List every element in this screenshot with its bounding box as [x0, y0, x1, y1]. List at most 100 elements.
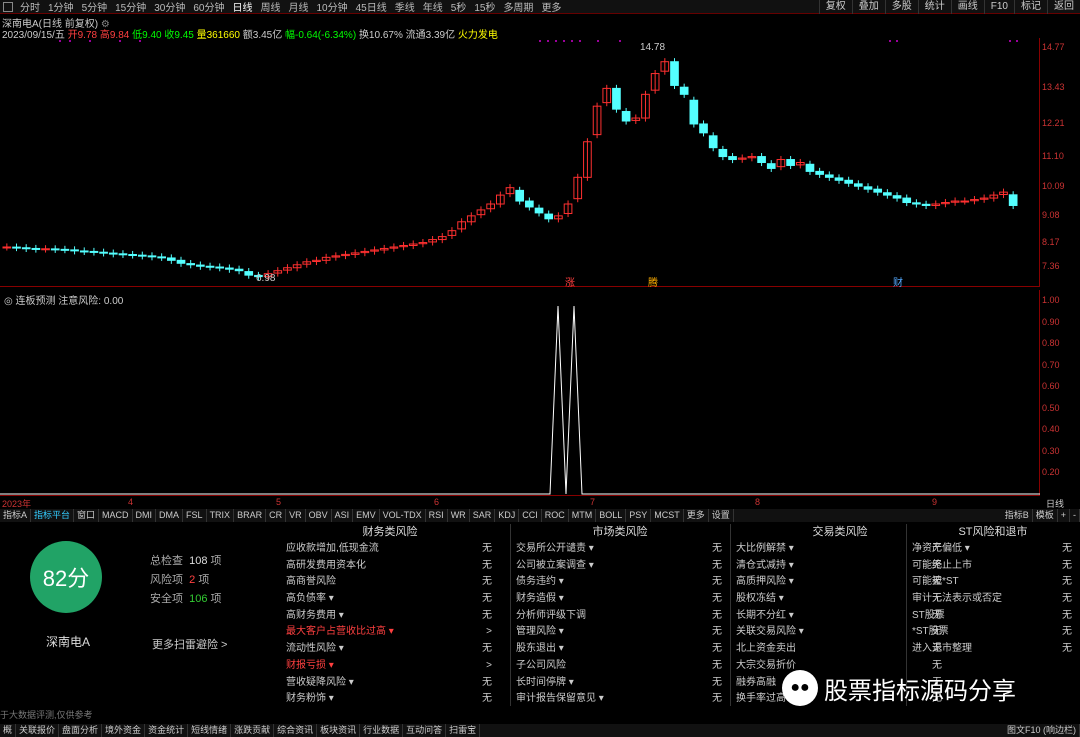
- period-1[interactable]: 1分钟: [44, 0, 78, 14]
- tool-0[interactable]: 复权: [818, 0, 852, 14]
- bottom-tab-3[interactable]: 境外资金: [102, 724, 146, 737]
- tab-25[interactable]: 更多: [684, 509, 709, 522]
- tab-3[interactable]: MACD: [99, 509, 133, 522]
- tool-3[interactable]: 统计: [917, 0, 951, 14]
- risk-item[interactable]: 进入退市整理 无: [910, 641, 1076, 658]
- risk-item[interactable]: 高负债率 ▾ 无: [284, 591, 496, 608]
- tool-6[interactable]: 标记: [1014, 0, 1047, 14]
- tab-9[interactable]: CR: [266, 509, 287, 522]
- risk-item[interactable]: ST股票 无: [910, 608, 1076, 625]
- period-11[interactable]: 季线: [391, 0, 419, 14]
- tool-1[interactable]: 叠加: [851, 0, 885, 14]
- period-8[interactable]: 月线: [285, 0, 313, 14]
- tab-8[interactable]: BRAR: [234, 509, 267, 522]
- risk-item[interactable]: 财报亏损 ▾ >: [284, 658, 496, 675]
- tab-13[interactable]: EMV: [353, 509, 380, 522]
- bottom-tab-8[interactable]: 板块资讯: [317, 724, 361, 737]
- tab-right-1[interactable]: 模板: [1033, 509, 1058, 522]
- tab-14[interactable]: VOL-TDX: [380, 509, 426, 522]
- bottom-tab-9[interactable]: 行业数据: [360, 724, 404, 737]
- indicator-chart[interactable]: ◎ 连板预测 注意风险: 0.00: [0, 290, 1040, 496]
- risk-item[interactable]: 流动性风险 ▾ 无: [284, 641, 496, 658]
- tab-19[interactable]: CCI: [519, 509, 542, 522]
- risk-item[interactable]: 最大客户占营收比过高 ▾ >: [284, 624, 496, 641]
- tab-7[interactable]: TRIX: [207, 509, 235, 522]
- period-4[interactable]: 30分钟: [150, 0, 189, 14]
- tab-15[interactable]: RSI: [426, 509, 448, 522]
- period-16[interactable]: 更多: [537, 0, 565, 14]
- tab-right-2[interactable]: +: [1058, 509, 1070, 522]
- risk-item[interactable]: 股东退出 ▾ 无: [514, 641, 726, 658]
- risk-item[interactable]: 管理风险 ▾ 无: [514, 624, 726, 641]
- tab-18[interactable]: KDJ: [495, 509, 520, 522]
- tab-0[interactable]: 指标A: [0, 509, 32, 522]
- risk-item[interactable]: 审计报告保留意见 ▾ 无: [514, 691, 726, 708]
- tab-12[interactable]: ASI: [332, 509, 354, 522]
- bottom-tab-10[interactable]: 互动问答: [403, 724, 447, 737]
- more-scan-link[interactable]: 更多扫雷避险 >: [152, 636, 227, 652]
- risk-item[interactable]: 可能终止上市 无: [910, 558, 1076, 575]
- risk-item[interactable]: 应收款增加,低现金流 无: [284, 541, 496, 558]
- risk-item[interactable]: 交易所公开谴责 ▾ 无: [514, 541, 726, 558]
- risk-item[interactable]: 分析师评级下调 无: [514, 608, 726, 625]
- tab-16[interactable]: WR: [448, 509, 470, 522]
- risk-item[interactable]: 子公司风险 无: [514, 658, 726, 675]
- bottom-tab-2[interactable]: 盘面分析: [59, 724, 103, 737]
- period-9[interactable]: 10分钟: [313, 0, 352, 14]
- bottom-tab-0[interactable]: 概: [0, 724, 17, 737]
- tool-7[interactable]: 返回: [1047, 0, 1080, 14]
- checkbox-icon[interactable]: [3, 1, 13, 12]
- period-3[interactable]: 15分钟: [111, 0, 150, 14]
- tool-5[interactable]: F10: [983, 0, 1014, 14]
- bottom-tab-4[interactable]: 资金统计: [145, 724, 189, 737]
- tool-2[interactable]: 多股: [884, 0, 918, 14]
- bottom-tab-5[interactable]: 短线情绪: [188, 724, 232, 737]
- tab-24[interactable]: MCST: [651, 509, 684, 522]
- period-7[interactable]: 周线: [257, 0, 285, 14]
- f10-sidebar-toggle[interactable]: 图文F10 (响边栏): [1004, 724, 1080, 737]
- tab-26[interactable]: 设置: [709, 509, 734, 522]
- risk-item[interactable]: 审计无法表示或否定 无: [910, 591, 1076, 608]
- risk-item[interactable]: 财务造假 ▾ 无: [514, 591, 726, 608]
- tab-22[interactable]: BOLL: [596, 509, 627, 522]
- tab-6[interactable]: FSL: [183, 509, 207, 522]
- tab-20[interactable]: ROC: [542, 509, 569, 522]
- tab-21[interactable]: MTM: [569, 509, 597, 522]
- risk-item[interactable]: 高商誉风险 无: [284, 574, 496, 591]
- risk-item[interactable]: 高研发费用资本化 无: [284, 558, 496, 575]
- bottom-tab-1[interactable]: 关联报价: [16, 724, 60, 737]
- risk-item[interactable]: 高财务费用 ▾ 无: [284, 608, 496, 625]
- kline-chart[interactable]: 14.78 6.98 涨 腾 财: [0, 38, 1040, 289]
- risk-item[interactable]: 债务违约 ▾ 无: [514, 574, 726, 591]
- tab-right-0[interactable]: 指标B: [1002, 509, 1033, 522]
- risk-item[interactable]: *ST股票 无: [910, 624, 1076, 641]
- tab-4[interactable]: DMI: [133, 509, 157, 522]
- risk-item[interactable]: 净资产偏低 ▾ 无: [910, 541, 1076, 558]
- period-14[interactable]: 15秒: [470, 0, 499, 14]
- tab-right-3[interactable]: -: [1070, 509, 1080, 522]
- period-10[interactable]: 45日线: [352, 0, 391, 14]
- tab-2[interactable]: 窗口: [74, 509, 100, 522]
- period-6[interactable]: 日线: [229, 0, 257, 14]
- period-2[interactable]: 5分钟: [78, 0, 112, 14]
- tab-1[interactable]: 指标平台: [31, 509, 75, 522]
- period-0[interactable]: 分时: [16, 0, 44, 14]
- period-12[interactable]: 年线: [419, 0, 447, 14]
- tab-11[interactable]: OBV: [306, 509, 332, 522]
- period-5[interactable]: 60分钟: [189, 0, 228, 14]
- risk-item[interactable]: 可能被*ST 无: [910, 574, 1076, 591]
- bottom-tab-7[interactable]: 综合资讯: [274, 724, 318, 737]
- period-15[interactable]: 多周期: [499, 0, 537, 14]
- bottom-tab-11[interactable]: 扫雷宝: [446, 724, 481, 737]
- tab-17[interactable]: SAR: [470, 509, 496, 522]
- period-13[interactable]: 5秒: [447, 0, 471, 14]
- risk-item[interactable]: 公司被立案调查 ▾ 无: [514, 558, 726, 575]
- tab-23[interactable]: PSY: [626, 509, 652, 522]
- tool-4[interactable]: 画线: [950, 0, 984, 14]
- bottom-tab-6[interactable]: 涨跌贡献: [231, 724, 275, 737]
- risk-item[interactable]: 财务粉饰 ▾ 无: [284, 691, 496, 708]
- risk-item[interactable]: 营收疑降风险 ▾ 无: [284, 675, 496, 692]
- tab-10[interactable]: VR: [286, 509, 306, 522]
- tab-5[interactable]: DMA: [156, 509, 184, 522]
- risk-item[interactable]: 长时间停牌 ▾ 无: [514, 675, 726, 692]
